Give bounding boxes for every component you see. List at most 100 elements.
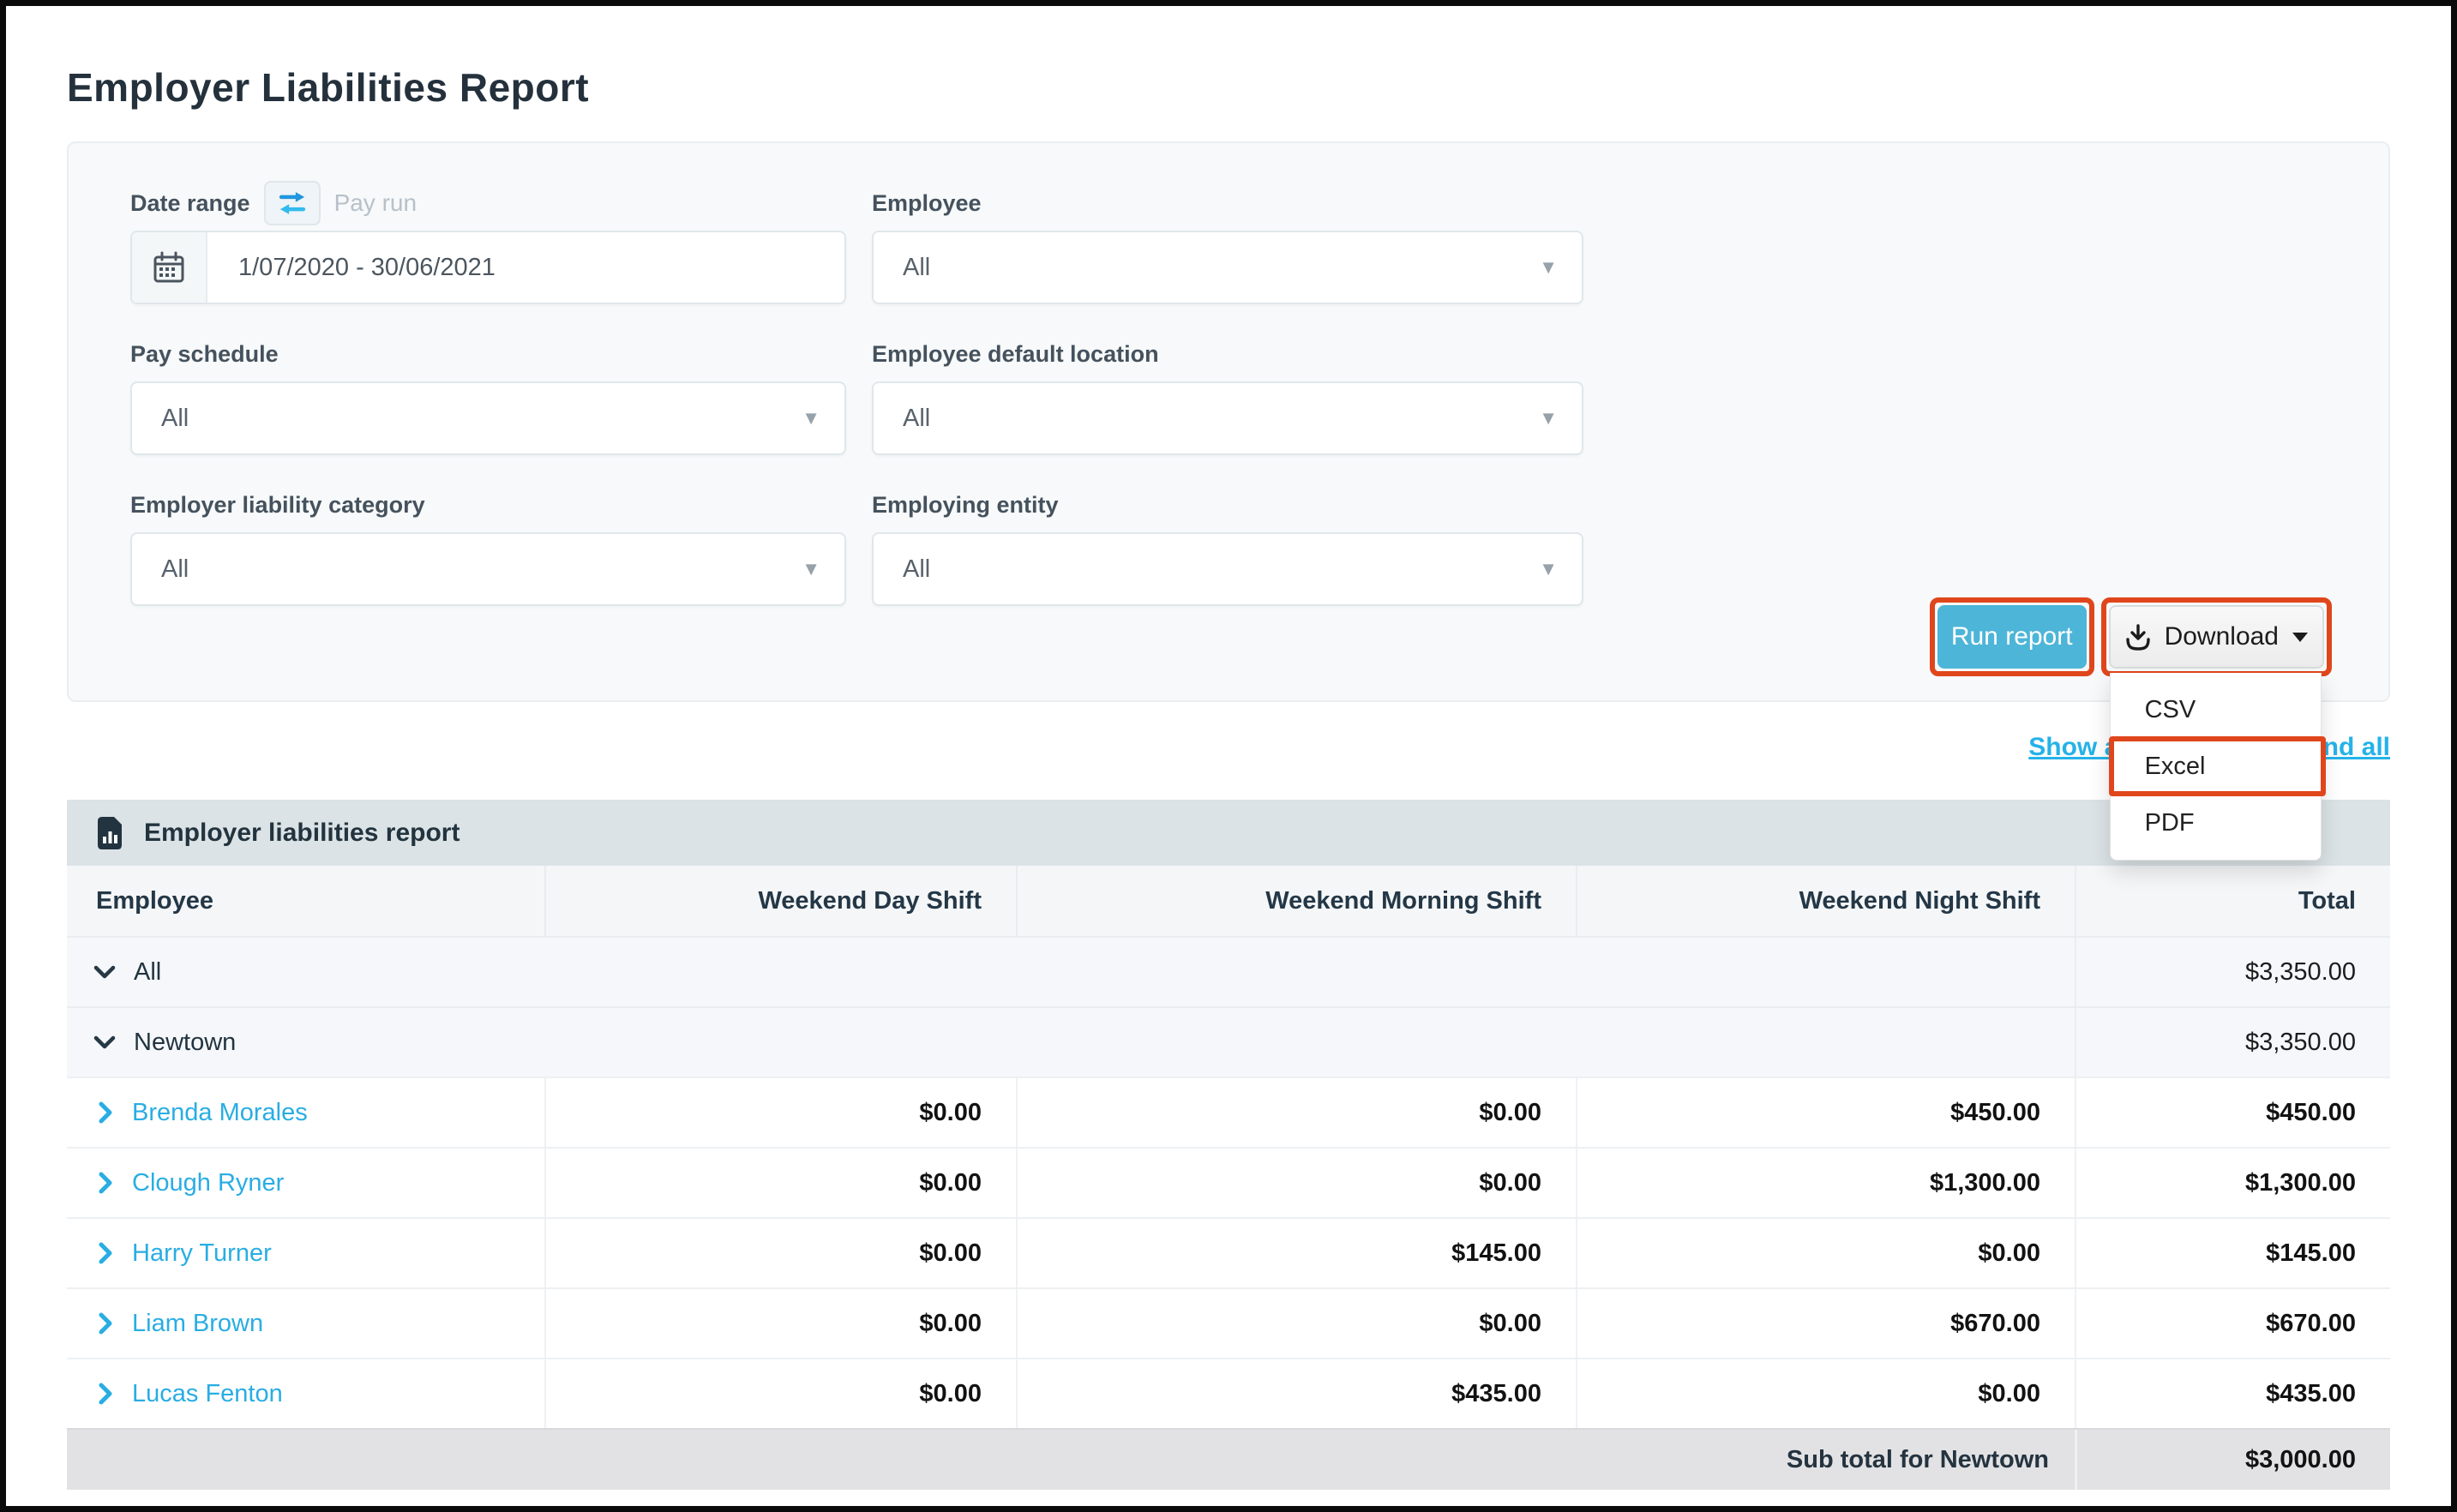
menu-item-csv[interactable]: CSV <box>2111 681 2321 738</box>
swap-arrows-icon <box>274 188 310 219</box>
actions-row: Run report Download <box>1930 597 2332 676</box>
field-date-range: Date range Pay run <box>130 188 846 304</box>
employee-label: Employee <box>872 190 982 217</box>
date-payrun-swap-toggle[interactable] <box>264 181 321 225</box>
employing-entity-select[interactable]: All ▼ <box>872 532 1583 606</box>
calendar-icon-button[interactable] <box>132 232 207 303</box>
employer-liability-category-select[interactable]: All ▼ <box>130 532 846 606</box>
col-header-weekend-morning-shift: Weekend Morning Shift <box>1016 866 1576 936</box>
table-row: Lucas Fenton $0.00 $435.00 $0.00 $435.00 <box>67 1358 2390 1428</box>
field-employee: Employee All ▼ <box>872 188 1583 304</box>
employer-liabilities-page: Employer Liabilities Report Date range <box>6 6 2451 1490</box>
employee-expander[interactable]: Clough Ryner <box>67 1169 544 1197</box>
chevron-down-icon <box>93 964 117 980</box>
employee-link[interactable]: Harry Turner <box>132 1239 272 1268</box>
cell-total: $1,300.00 <box>2075 1149 2390 1217</box>
cell-weekend-morning: $0.00 <box>1016 1078 1576 1147</box>
table-links-row: Show all Expand all <box>67 728 2390 767</box>
employee-expander[interactable]: Liam Brown <box>67 1310 544 1338</box>
cell-weekend-morning: $0.00 <box>1016 1289 1576 1358</box>
cell-total: $435.00 <box>2075 1359 2390 1428</box>
employee-default-location-label: Employee default location <box>872 341 1159 368</box>
group-row-all-total: $3,350.00 <box>2075 938 2390 1006</box>
cell-weekend-night: $0.00 <box>1576 1359 2075 1428</box>
cell-total: $145.00 <box>2075 1219 2390 1287</box>
employee-expander[interactable]: Harry Turner <box>67 1239 544 1268</box>
date-range-value: 1/07/2020 - 30/06/2021 <box>207 254 844 282</box>
col-header-employee: Employee <box>67 887 544 915</box>
chevron-down-icon: ▼ <box>1539 558 1558 580</box>
col-header-total: Total <box>2075 866 2390 936</box>
chevron-down-icon <box>93 1035 117 1050</box>
cell-weekend-night: $0.00 <box>1576 1219 2075 1287</box>
annotation-box-run-report: Run report <box>1930 597 2094 676</box>
download-button-label: Download <box>2165 622 2279 651</box>
cell-weekend-day: $0.00 <box>544 1219 1016 1287</box>
cell-total: $670.00 <box>2075 1289 2390 1358</box>
menu-item-pdf[interactable]: PDF <box>2111 795 2321 851</box>
download-button[interactable]: Download <box>2109 605 2324 669</box>
subtotal-value: $3,000.00 <box>2075 1430 2390 1490</box>
chevron-right-icon <box>98 1382 113 1406</box>
calendar-icon <box>153 251 185 284</box>
employee-link[interactable]: Brenda Morales <box>132 1099 308 1127</box>
table-row: Harry Turner $0.00 $145.00 $0.00 $145.00 <box>67 1217 2390 1287</box>
employing-entity-label: Employing entity <box>872 492 1059 519</box>
employer-liability-category-label: Employer liability category <box>130 492 425 519</box>
field-employee-default-location: Employee default location All ▼ <box>872 339 1583 455</box>
group-row-all-label: All <box>134 958 161 987</box>
chevron-down-icon: ▼ <box>802 407 820 429</box>
employee-link[interactable]: Lucas Fenton <box>132 1380 283 1408</box>
group-row-newtown-total: $3,350.00 <box>2075 1008 2390 1077</box>
cell-weekend-day: $0.00 <box>544 1149 1016 1217</box>
cell-weekend-day: $0.00 <box>544 1078 1016 1147</box>
cell-weekend-day: $0.00 <box>544 1359 1016 1428</box>
chevron-right-icon <box>98 1171 113 1195</box>
table-title-bar: Employer liabilities report <box>67 800 2390 866</box>
cell-total: $450.00 <box>2075 1078 2390 1147</box>
chevron-right-icon <box>98 1241 113 1265</box>
field-pay-schedule: Pay schedule All ▼ <box>130 339 846 455</box>
download-menu: CSV Excel PDF <box>2110 673 2322 861</box>
employee-select[interactable]: All ▼ <box>872 231 1583 304</box>
annotation-box-excel <box>2109 736 2326 796</box>
table-row: Brenda Morales $0.00 $0.00 $450.00 $450.… <box>67 1077 2390 1147</box>
table-title: Employer liabilities report <box>144 819 460 848</box>
employee-select-value: All <box>874 254 1539 282</box>
employer-liabilities-table: Employer liabilities report Employee Wee… <box>67 800 2390 1490</box>
employee-expander[interactable]: Lucas Fenton <box>67 1380 544 1408</box>
group-row-newtown[interactable]: Newtown $3,350.00 <box>67 1006 2390 1077</box>
chevron-down-icon: ▼ <box>802 558 820 580</box>
group-row-all[interactable]: All $3,350.00 <box>67 936 2390 1006</box>
subtotal-row: Sub total for Newtown $3,000.00 <box>67 1428 2390 1490</box>
pay-schedule-select-value: All <box>132 405 802 433</box>
employee-default-location-select[interactable]: All ▼ <box>872 381 1583 455</box>
cell-weekend-night: $1,300.00 <box>1576 1149 2075 1217</box>
field-employing-entity: Employing entity All ▼ <box>872 489 1583 606</box>
chevron-right-icon <box>98 1311 113 1335</box>
pay-run-label: Pay run <box>334 189 418 217</box>
employee-link[interactable]: Clough Ryner <box>132 1169 284 1197</box>
table-header-row: Employee Weekend Day Shift Weekend Morni… <box>67 866 2390 936</box>
chevron-down-icon: ▼ <box>1539 256 1558 279</box>
chevron-down-icon: ▼ <box>1539 407 1558 429</box>
cell-weekend-day: $0.00 <box>544 1289 1016 1358</box>
cell-weekend-night: $450.00 <box>1576 1078 2075 1147</box>
subtotal-label: Sub total for Newtown <box>67 1446 2075 1474</box>
run-report-button[interactable]: Run report <box>1937 605 2087 669</box>
filter-panel: Date range Pay run <box>67 141 2390 702</box>
pay-schedule-select[interactable]: All ▼ <box>130 381 846 455</box>
download-icon <box>2124 623 2152 651</box>
date-range-input[interactable]: 1/07/2020 - 30/06/2021 <box>130 231 846 304</box>
employee-expander[interactable]: Brenda Morales <box>67 1099 544 1127</box>
table-row: Clough Ryner $0.00 $0.00 $1,300.00 $1,30… <box>67 1147 2390 1217</box>
group-row-newtown-label: Newtown <box>134 1029 236 1057</box>
employee-default-location-select-value: All <box>874 405 1539 433</box>
employee-link[interactable]: Liam Brown <box>132 1310 263 1338</box>
field-employer-liability-category: Employer liability category All ▼ <box>130 489 846 606</box>
table-row: Liam Brown $0.00 $0.00 $670.00 $670.00 <box>67 1287 2390 1358</box>
menu-item-excel[interactable]: Excel <box>2111 738 2321 795</box>
employer-liability-category-select-value: All <box>132 555 802 584</box>
report-icon <box>94 814 125 852</box>
cell-weekend-night: $670.00 <box>1576 1289 2075 1358</box>
